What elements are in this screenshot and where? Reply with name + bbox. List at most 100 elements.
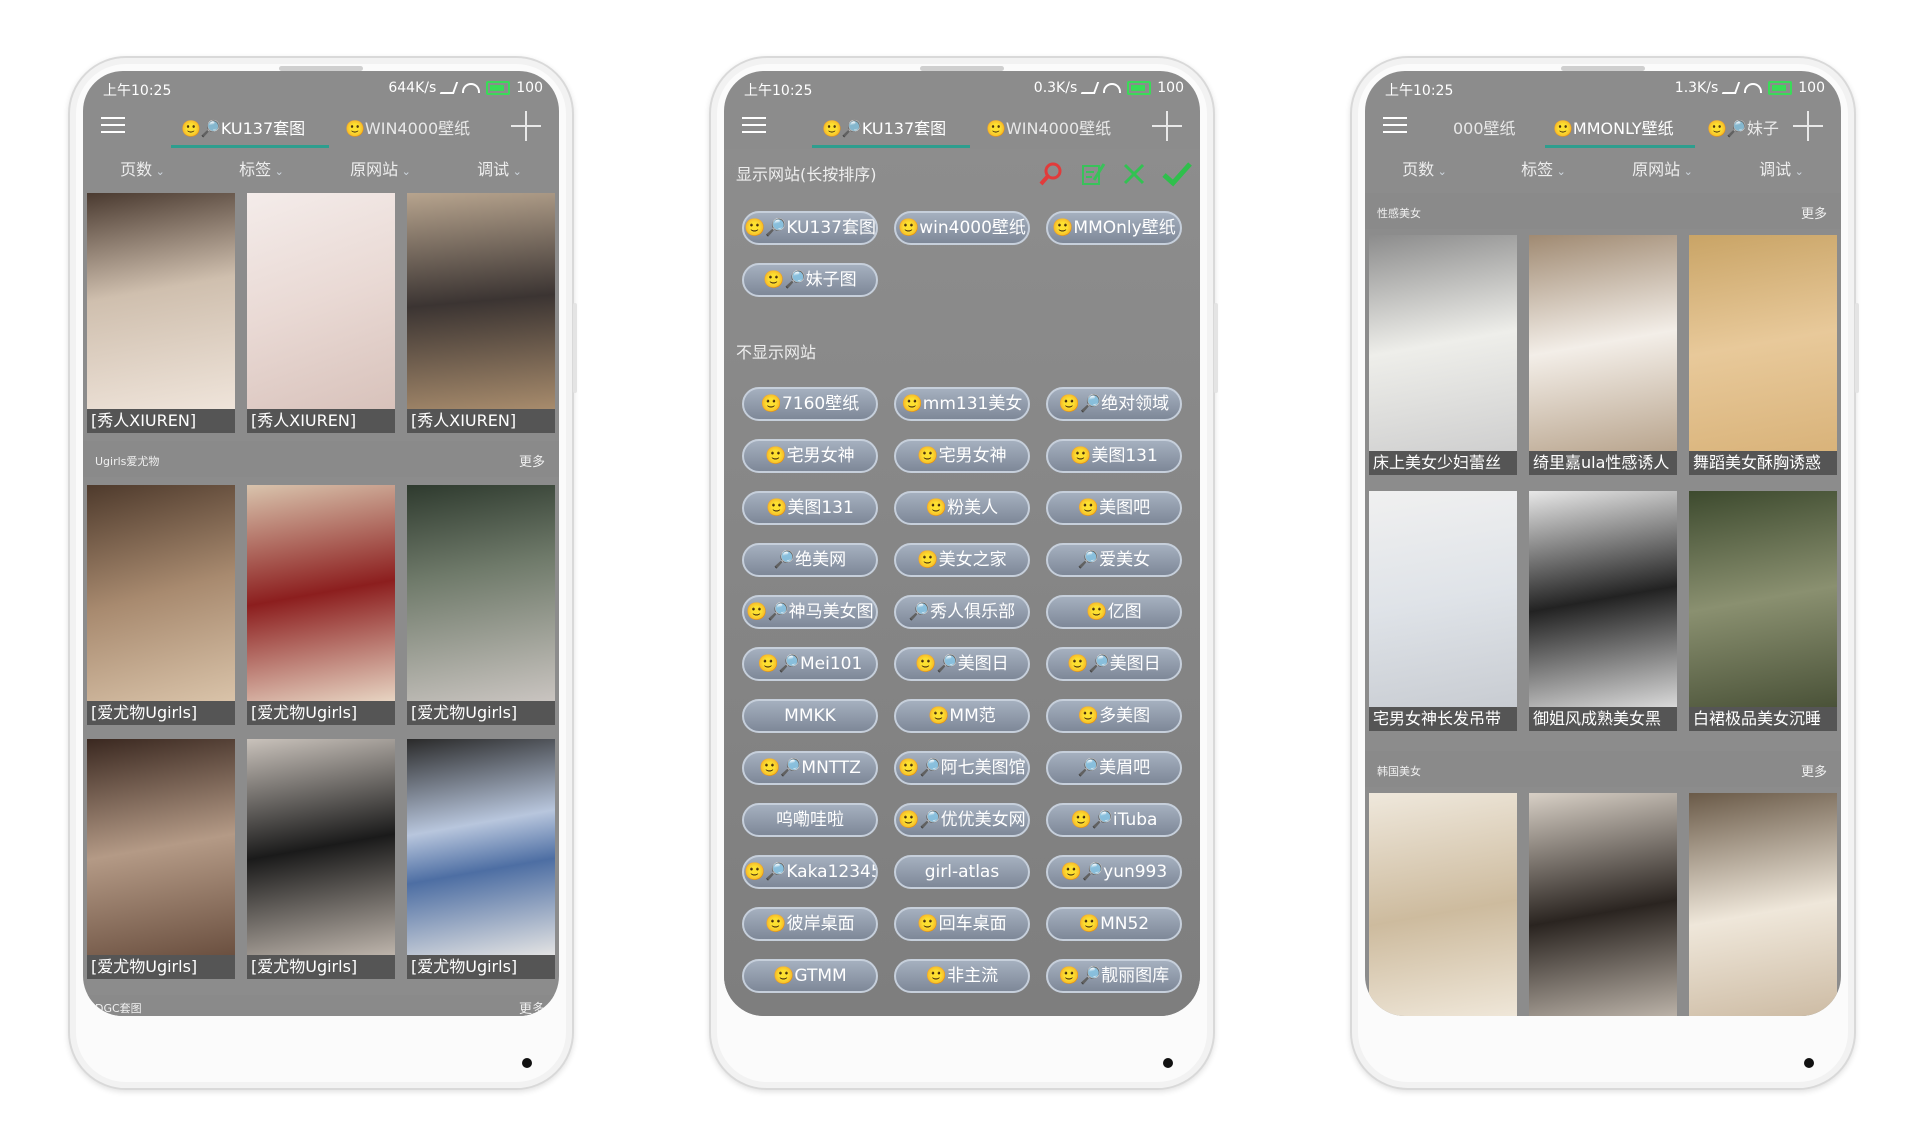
- site-chip[interactable]: 🙂🔎靓丽图库: [1046, 959, 1182, 993]
- tab-mmonly[interactable]: 🙂MMONLY壁纸: [1553, 115, 1674, 139]
- filter-tags[interactable]: 标签: [202, 153, 321, 187]
- gallery-item[interactable]: [爱尤物Ugirls]: [407, 485, 555, 725]
- site-chip[interactable]: 🙂亿图: [1046, 595, 1182, 629]
- site-chip[interactable]: 🙂🔎Mei101: [742, 647, 878, 681]
- site-chip[interactable]: 🙂🔎妹子图: [742, 263, 878, 297]
- gallery-item[interactable]: [1369, 793, 1517, 1016]
- site-chip[interactable]: MMKK: [742, 699, 878, 733]
- site-chip[interactable]: 🙂GTMM: [742, 959, 878, 993]
- wifi-icon: [1103, 83, 1122, 93]
- site-chip[interactable]: 🙂宅男女神: [742, 439, 878, 473]
- gallery-item[interactable]: 舞蹈美女酥胸诱惑: [1689, 235, 1837, 475]
- site-chip[interactable]: 🙂mm131美女: [894, 387, 1030, 421]
- filter-source[interactable]: 原网站: [321, 153, 440, 187]
- signal-icon: [1081, 82, 1100, 94]
- site-chip[interactable]: 🙂美图131: [742, 491, 878, 525]
- more-link[interactable]: 更多: [1801, 203, 1827, 222]
- gallery-caption: [爱尤物Ugirls]: [247, 955, 395, 979]
- site-chip[interactable]: 🙂🔎iTuba: [1046, 803, 1182, 837]
- image-grid: [秀人XIUREN] [秀人XIUREN] [秀人XIUREN]: [87, 193, 555, 433]
- menu-icon[interactable]: [1383, 117, 1407, 135]
- tab-ku137[interactable]: 🙂🔎KU137套图: [181, 115, 305, 139]
- tab-meizitu[interactable]: 🙂🔎妹子: [1707, 115, 1783, 139]
- site-chip[interactable]: 🙂🔎优优美女网: [894, 803, 1030, 837]
- filter-pages[interactable]: 页数: [1365, 153, 1484, 187]
- battery-level: 100: [1798, 80, 1825, 96]
- tab-win4000[interactable]: 🙂WIN4000壁纸: [345, 115, 470, 139]
- site-chip[interactable]: 🙂MN52: [1046, 907, 1182, 941]
- site-chip[interactable]: 🙂🔎Kaka12345: [742, 855, 878, 889]
- close-icon[interactable]: [1122, 162, 1146, 186]
- site-chip[interactable]: 🙂多美图: [1046, 699, 1182, 733]
- site-chip[interactable]: 🙂🔎MNTTZ: [742, 751, 878, 785]
- site-chip[interactable]: 🔎美眉吧: [1046, 751, 1182, 785]
- gallery-item[interactable]: 御姐风成熟美女黑: [1529, 491, 1677, 731]
- search-icon[interactable]: [1038, 161, 1064, 187]
- site-chip[interactable]: 🔎绝美网: [742, 543, 878, 577]
- site-chip[interactable]: 🙂🔎美图日: [894, 647, 1030, 681]
- add-icon[interactable]: [1793, 111, 1823, 141]
- site-chip[interactable]: 🙂美女之家: [894, 543, 1030, 577]
- gallery-item[interactable]: [爱尤物Ugirls]: [87, 739, 235, 979]
- section-title: Ugirls爱尤物: [95, 455, 160, 468]
- more-link[interactable]: 更多: [1801, 761, 1827, 780]
- site-chip[interactable]: 🙂🔎yun993: [1046, 855, 1182, 889]
- gallery-item[interactable]: 宅男女神长发吊带: [1369, 491, 1517, 731]
- filter-debug[interactable]: 调试: [1722, 153, 1841, 187]
- add-icon[interactable]: [1152, 111, 1182, 141]
- site-chip[interactable]: 🙂🔎KU137套图: [742, 211, 878, 245]
- site-chip[interactable]: girl-atlas: [894, 855, 1030, 889]
- gallery-caption: [爱尤物Ugirls]: [407, 955, 555, 979]
- site-chip[interactable]: 🙂宅男女神: [894, 439, 1030, 473]
- check-icon[interactable]: [1162, 161, 1192, 187]
- filter-source[interactable]: 原网站: [1603, 153, 1722, 187]
- status-time: 上午10:25: [1385, 83, 1454, 99]
- section-title: 韩国美女: [1377, 765, 1421, 778]
- site-chip[interactable]: 🙂MM范: [894, 699, 1030, 733]
- menu-icon[interactable]: [742, 117, 766, 135]
- site-chip[interactable]: 🙂MMOnly壁纸: [1046, 211, 1182, 245]
- gallery-item[interactable]: [爱尤物Ugirls]: [247, 485, 395, 725]
- filter-pages[interactable]: 页数: [83, 153, 202, 187]
- side-button: [1214, 303, 1218, 393]
- gallery-item[interactable]: [秀人XIUREN]: [87, 193, 235, 433]
- tab-win4000[interactable]: 🙂WIN4000壁纸: [986, 115, 1111, 139]
- site-chip[interactable]: 呜嘞哇啦: [742, 803, 878, 837]
- site-chip[interactable]: 🙂美图131: [1046, 439, 1182, 473]
- edit-icon[interactable]: [1080, 161, 1106, 187]
- gallery-item[interactable]: [秀人XIUREN]: [247, 193, 395, 433]
- gallery-item[interactable]: [爱尤物Ugirls]: [87, 485, 235, 725]
- gallery-item[interactable]: [爱尤物Ugirls]: [407, 739, 555, 979]
- gallery-item[interactable]: [爱尤物Ugirls]: [247, 739, 395, 979]
- filter-debug[interactable]: 调试: [440, 153, 559, 187]
- tab-win4000[interactable]: 000壁纸: [1453, 115, 1516, 139]
- site-chip[interactable]: 🙂🔎神马美女图: [742, 595, 878, 629]
- tab-ku137[interactable]: 🙂🔎KU137套图: [822, 115, 946, 139]
- more-link[interactable]: 更多: [519, 998, 545, 1016]
- site-chip[interactable]: 🙂彼岸桌面: [742, 907, 878, 941]
- site-chip[interactable]: 🙂7160壁纸: [742, 387, 878, 421]
- site-chip[interactable]: 🙂美图吧: [1046, 491, 1182, 525]
- site-chip[interactable]: 🔎秀人俱乐部: [894, 595, 1030, 629]
- site-chip[interactable]: 🙂win4000壁纸: [894, 211, 1030, 245]
- site-chip[interactable]: 🙂粉美人: [894, 491, 1030, 525]
- add-icon[interactable]: [511, 111, 541, 141]
- menu-icon[interactable]: [101, 117, 125, 135]
- site-chip[interactable]: 🙂🔎绝对领域: [1046, 387, 1182, 421]
- site-chip[interactable]: 🙂🔎美图日: [1046, 647, 1182, 681]
- site-chip[interactable]: 🙂回车桌面: [894, 907, 1030, 941]
- site-chip[interactable]: 🙂🔎阿七美图馆: [894, 751, 1030, 785]
- gallery-item[interactable]: [1689, 793, 1837, 1016]
- gallery-item[interactable]: 白裙极品美女沉睡: [1689, 491, 1837, 731]
- gallery-item[interactable]: [1529, 793, 1677, 1016]
- site-chip[interactable]: 🔎爱美女: [1046, 543, 1182, 577]
- thumbnail: [87, 193, 235, 409]
- phone-2: 上午10:25 0.3K/s 100 🙂🔎KU137套图 🙂WIN4000壁纸 …: [709, 56, 1218, 1090]
- gallery-item[interactable]: [秀人XIUREN]: [407, 193, 555, 433]
- more-link[interactable]: 更多: [519, 451, 545, 470]
- gallery-item[interactable]: 床上美女少妇蕾丝: [1369, 235, 1517, 475]
- filter-tags[interactable]: 标签: [1484, 153, 1603, 187]
- thumbnail: [247, 739, 395, 955]
- site-chip[interactable]: 🙂非主流: [894, 959, 1030, 993]
- gallery-item[interactable]: 绮里嘉ula性感诱人: [1529, 235, 1677, 475]
